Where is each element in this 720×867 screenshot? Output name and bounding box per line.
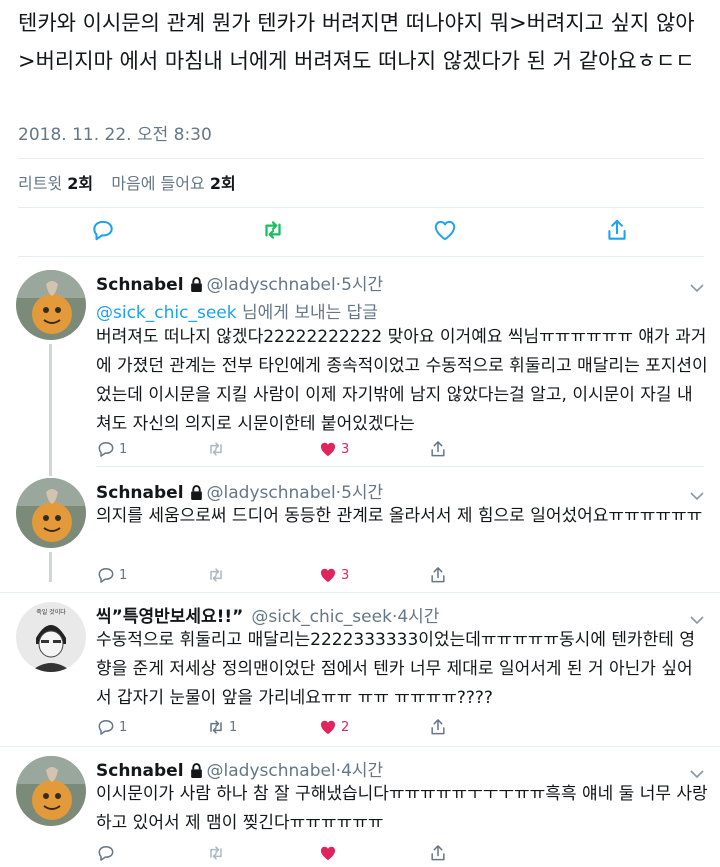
user-handle[interactable]: @ladyschnabel <box>207 761 336 781</box>
user-handle[interactable]: @sick_chic_seek <box>251 607 392 627</box>
avatar[interactable] <box>16 756 86 826</box>
reply-count: 1 <box>119 719 128 735</box>
likes-label[interactable]: 마음에 들어요 <box>111 174 204 193</box>
divider <box>0 746 720 747</box>
heart-icon <box>320 442 336 457</box>
lock-icon <box>190 277 203 297</box>
avatar[interactable] <box>16 270 86 340</box>
reply-button[interactable]: 1 <box>96 716 127 738</box>
replying-suffix: 님에게 보내는 답글 <box>236 303 378 323</box>
share-button[interactable] <box>428 438 448 460</box>
reply-tweet[interactable]: 죽일 것이다 씩”특영반보세요!!” @sick_chic_seek·4시간 수동… <box>0 598 720 746</box>
display-name[interactable]: 씩”특영반보세요!!” <box>96 607 243 627</box>
display-name[interactable]: Schnabel <box>96 483 184 503</box>
heart-icon <box>320 846 336 861</box>
share-icon <box>431 441 445 457</box>
reply-text: 버려져도 떠나지 않겠다22222222222 맞아요 이거예요 씩님ㅠㅠㅠㅠㅠ… <box>96 327 708 434</box>
reply-button[interactable] <box>96 842 116 864</box>
retweet-button[interactable] <box>206 842 226 864</box>
main-tweet-actions <box>0 217 720 247</box>
retweet-icon <box>210 442 222 456</box>
retweet-icon <box>210 720 222 734</box>
user-handle[interactable]: @ladyschnabel <box>207 275 336 295</box>
retweets-count[interactable]: 2회 <box>67 174 93 193</box>
chevron-down-icon[interactable] <box>690 764 704 779</box>
divider <box>18 256 704 257</box>
like-button[interactable]: 3 <box>318 438 349 460</box>
like-button[interactable]: 2 <box>318 716 349 738</box>
like-icon[interactable] <box>432 217 458 243</box>
main-tweet-text: 텐카와 이시문의 관계 뭔가 텐카가 버려지면 떠나야지 뭐>버려지고 싶지 않… <box>18 11 695 73</box>
reply-actions <box>96 842 516 864</box>
avatar[interactable]: 죽일 것이다 <box>16 602 86 672</box>
reply-header: Schnabel @ladyschnabel·4시간 <box>96 756 383 783</box>
share-button[interactable] <box>428 564 448 586</box>
reply-button[interactable]: 1 <box>96 564 127 586</box>
divider <box>96 466 704 467</box>
replying-handle-link[interactable]: @sick_chic_seek <box>96 303 237 323</box>
divider <box>18 207 704 208</box>
reply-tweet[interactable]: Schnabel @ladyschnabel·5시간 의지를 세움으로써 드디어 … <box>0 474 720 592</box>
heart-icon <box>320 568 336 583</box>
reply-count: 1 <box>119 441 128 457</box>
reply-time[interactable]: ·4시간 <box>392 607 440 627</box>
avatar[interactable] <box>16 478 86 548</box>
divider <box>18 158 704 159</box>
reply-icon[interactable] <box>90 217 116 243</box>
reply-count: 1 <box>119 567 128 583</box>
reply-header: 씩”특영반보세요!!” @sick_chic_seek·4시간 <box>96 602 439 627</box>
avatar-caption: 죽일 것이다 <box>36 608 66 616</box>
reply-text: 의지를 세움으로써 드디어 동등한 관계로 올라서서 제 힘으로 일어섰어요ㅠㅠ… <box>96 506 703 526</box>
retweet-button[interactable]: 1 <box>206 716 237 738</box>
reply-time[interactable]: ·5시간 <box>336 483 384 503</box>
reply-actions: 1 3 <box>96 564 516 586</box>
retweet-icon <box>210 568 222 582</box>
display-name[interactable]: Schnabel <box>96 761 184 781</box>
reply-tweet[interactable]: Schnabel @ladyschnabel·5시간 @sick_chic_see… <box>0 266 720 466</box>
share-icon[interactable] <box>604 217 630 243</box>
share-button[interactable] <box>428 716 448 738</box>
reply-actions: 1 3 <box>96 438 516 460</box>
retweet-button[interactable] <box>206 564 229 586</box>
reply-header: Schnabel @ladyschnabel·5시간 <box>96 478 383 505</box>
retweet-count: 1 <box>229 719 238 735</box>
reply-text: 수동적으로 휘둘리고 매달리는2222333333이었는데ㅠㅠㅠㅠㅠ동시에 텐카… <box>96 630 695 708</box>
tweet-timestamp[interactable]: 2018. 11. 22. 오전 8:30 <box>18 120 212 145</box>
like-count: 3 <box>341 441 350 457</box>
reply-header: Schnabel @ladyschnabel·5시간 <box>96 270 383 297</box>
reply-text: 이시문이가 사람 하나 참 잘 구해냈습니다ㅠㅠㅠㅠㅠㅜㅜㅜㅠㅠ흑흑 얘네 둘 … <box>96 784 708 833</box>
share-icon <box>431 719 445 735</box>
share-button[interactable] <box>428 842 448 864</box>
share-icon <box>431 845 445 861</box>
retweet-icon[interactable] <box>260 217 286 243</box>
reply-icon <box>98 442 114 457</box>
reply-time[interactable]: ·5시간 <box>336 275 384 295</box>
likes-count[interactable]: 2회 <box>210 174 236 193</box>
chevron-down-icon[interactable] <box>690 278 704 293</box>
like-count: 3 <box>341 567 350 583</box>
retweets-label[interactable]: 리트윗 <box>18 174 62 193</box>
divider <box>0 592 720 593</box>
reply-actions: 1 1 2 <box>96 716 516 738</box>
retweet-icon <box>210 846 222 860</box>
tweet-stats: 리트윗 2회 마음에 들어요 2회 <box>18 170 236 194</box>
retweet-button[interactable] <box>206 438 229 460</box>
like-button[interactable] <box>318 842 338 864</box>
heart-icon <box>320 720 336 735</box>
reply-icon <box>98 720 114 735</box>
reply-time[interactable]: ·4시간 <box>336 761 384 781</box>
like-count: 2 <box>341 719 350 735</box>
reply-tweet[interactable]: Schnabel @ladyschnabel·4시간 이시문이가 사람 하나 참 … <box>0 752 720 867</box>
like-button[interactable]: 3 <box>318 564 349 586</box>
reply-icon <box>98 568 114 583</box>
user-handle[interactable]: @ladyschnabel <box>207 483 336 503</box>
replying-to: @sick_chic_seek 님에게 보내는 답글 <box>96 298 378 323</box>
reply-button[interactable]: 1 <box>96 438 127 460</box>
chevron-down-icon[interactable] <box>690 486 704 501</box>
reply-icon <box>98 846 114 861</box>
share-icon <box>431 567 445 583</box>
display-name[interactable]: Schnabel <box>96 275 184 295</box>
chevron-down-icon[interactable] <box>690 610 704 625</box>
